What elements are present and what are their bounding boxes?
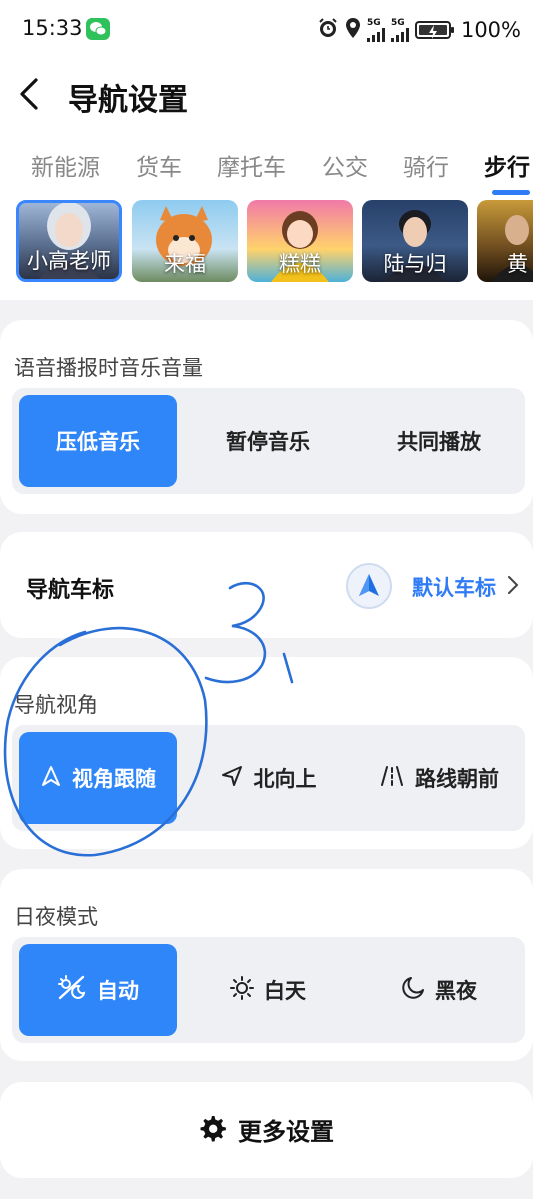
option-label: 压低音乐 (56, 430, 140, 454)
voice-item[interactable]: 黄 (477, 200, 533, 282)
navigation-arrow-icon (220, 764, 244, 793)
signal-icon: 5G (390, 17, 409, 42)
voice-label: 糕糕 (279, 252, 321, 276)
mode-option-day[interactable]: 白天 (189, 944, 347, 1036)
day-night-selector: 自动 白天 黑夜 (12, 937, 525, 1043)
network-5g-label: 5G (390, 17, 405, 28)
wechat-icon (86, 18, 110, 40)
option-label: 黑夜 (435, 979, 477, 1003)
tab-motorcycle[interactable]: 摩托车 (217, 148, 286, 182)
gear-icon (198, 1114, 226, 1146)
voice-item[interactable]: 糕糕 (247, 200, 353, 282)
more-settings-label: 更多设置 (238, 1118, 334, 1146)
status-time: 15:33 (22, 16, 83, 40)
car-marker-row[interactable]: 导航车标 默认车标 (0, 532, 533, 638)
voice-label: 陆与归 (383, 252, 447, 276)
option-label: 路线朝前 (415, 767, 499, 791)
signal-icon: 5G (366, 17, 385, 42)
view-option-route-ahead[interactable]: 路线朝前 (360, 732, 518, 824)
option-label: 共同播放 (397, 430, 481, 454)
music-volume-card: 语音播报时音乐音量 压低音乐 暂停音乐 共同播放 (0, 320, 533, 514)
tab-new-energy[interactable]: 新能源 (31, 148, 100, 182)
location-icon (345, 17, 361, 43)
auto-mode-icon (57, 974, 87, 1007)
triangle-icon (40, 765, 62, 792)
view-option-north-up[interactable]: 北向上 (189, 732, 347, 824)
voice-list: 小高老师 来福 糕糕 陆与归 黄 (0, 200, 533, 284)
road-icon (379, 764, 405, 793)
battery-percent: 100% (460, 18, 521, 42)
option-label: 视角跟随 (72, 767, 156, 791)
day-night-label: 日夜模式 (14, 905, 98, 929)
battery-icon (414, 21, 454, 39)
nav-view-selector: 视角跟随 北向上 路线朝前 (12, 725, 525, 831)
voice-label: 黄 (507, 252, 528, 276)
music-volume-selector: 压低音乐 暂停音乐 共同播放 (12, 388, 525, 494)
car-marker-label: 导航车标 (26, 578, 115, 603)
nav-arrow-icon (346, 563, 392, 609)
voice-item[interactable]: 来福 (132, 200, 238, 282)
music-option-together[interactable]: 共同播放 (360, 395, 518, 487)
nav-view-card: 导航视角 视角跟随 北向上 路线朝前 (0, 657, 533, 849)
more-settings-button[interactable]: 更多设置 (0, 1082, 533, 1178)
car-marker-value[interactable]: 默认车标 (412, 572, 496, 602)
back-arrow-icon[interactable] (10, 74, 50, 114)
music-option-pause[interactable]: 暂停音乐 (189, 395, 347, 487)
tab-walking[interactable]: 步行 (484, 148, 530, 182)
alarm-icon (317, 17, 339, 43)
network-5g-label: 5G (366, 17, 381, 28)
option-label: 白天 (264, 979, 306, 1003)
voice-item[interactable]: 小高老师 (16, 200, 122, 282)
option-label: 北向上 (253, 767, 317, 791)
voice-item[interactable]: 陆与归 (362, 200, 468, 282)
day-night-card: 日夜模式 自动 白天 黑夜 (0, 869, 533, 1061)
voice-label: 来福 (164, 252, 206, 276)
option-label: 暂停音乐 (226, 430, 310, 454)
voice-label: 小高老师 (27, 249, 111, 273)
tab-bus[interactable]: 公交 (322, 148, 368, 182)
sun-icon (230, 975, 254, 1005)
music-option-lower[interactable]: 压低音乐 (19, 395, 177, 487)
nav-view-label: 导航视角 (14, 693, 98, 717)
page-title: 导航设置 (68, 83, 188, 118)
mode-option-night[interactable]: 黑夜 (360, 944, 518, 1036)
tab-truck[interactable]: 货车 (136, 148, 182, 182)
page-header: 导航设置 (0, 62, 533, 128)
status-bar: 15:33 5G 5G 100% (0, 0, 533, 60)
mode-option-auto[interactable]: 自动 (19, 944, 177, 1036)
option-label: 自动 (97, 979, 139, 1003)
vehicle-tabs: 新能源 货车 摩托车 公交 骑行 步行 (0, 148, 533, 192)
chevron-right-icon (506, 574, 520, 600)
tab-cycling[interactable]: 骑行 (403, 148, 449, 182)
view-option-follow[interactable]: 视角跟随 (19, 732, 177, 824)
moon-icon (401, 976, 425, 1005)
active-tab-indicator (492, 190, 530, 195)
music-volume-label: 语音播报时音乐音量 (14, 356, 203, 380)
